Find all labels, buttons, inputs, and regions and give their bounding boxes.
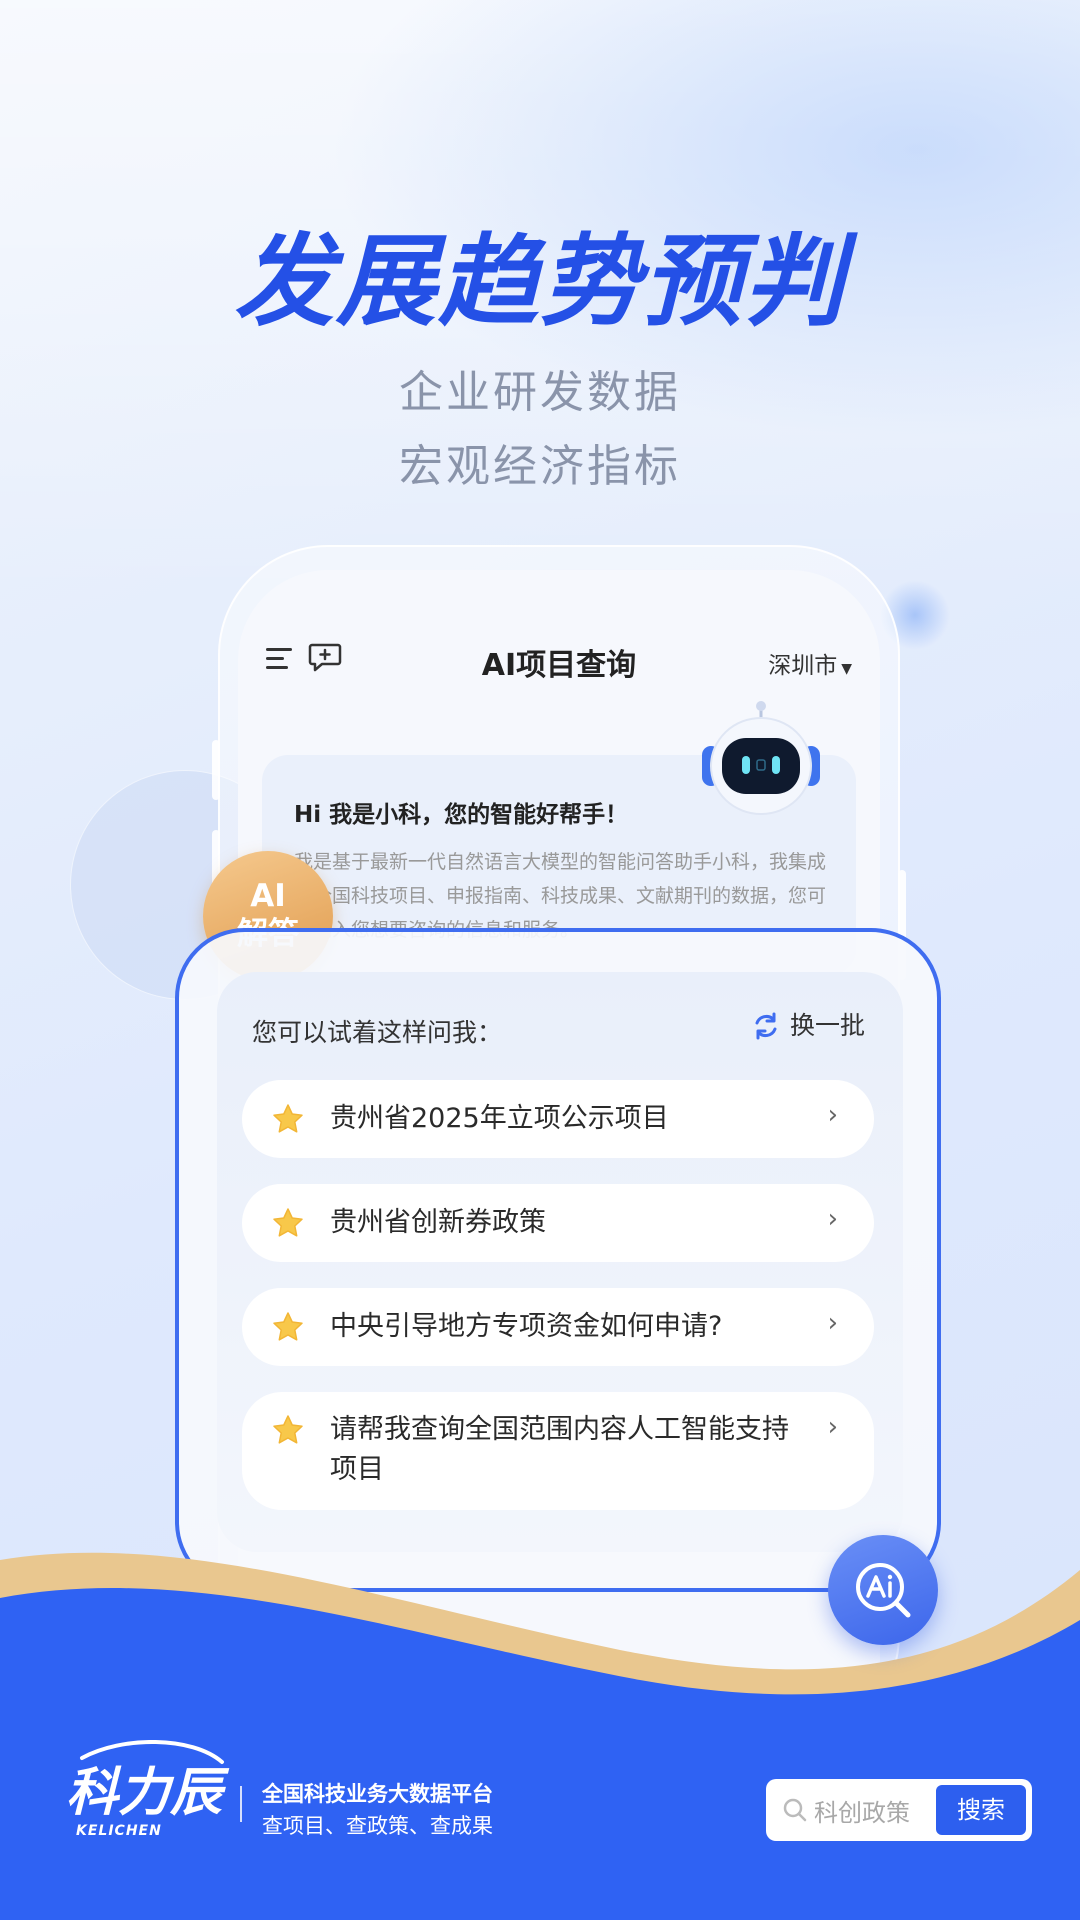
chevron-right-icon: › [827, 1204, 838, 1234]
svg-text:KELICHEN: KELICHEN [76, 1823, 162, 1839]
question-text: 请帮我查询全国范围内容人工智能支持项目 [330, 1414, 789, 1485]
search-icon [783, 1798, 807, 1822]
footer-tagline-1: 全国科技业务大数据平台 [262, 1782, 493, 1806]
ai-search-icon [856, 1563, 911, 1618]
refresh-button[interactable]: 换一批 [752, 1006, 865, 1042]
robot-icon [702, 701, 820, 815]
chevron-right-icon: › [827, 1412, 838, 1442]
refresh-label: 换一批 [790, 1011, 866, 1040]
badge-line-1: AI [250, 878, 286, 914]
search-input[interactable]: 科创政策 [814, 1793, 910, 1828]
question-item[interactable]: 请帮我查询全国范围内容人工智能支持项目 › [242, 1392, 874, 1510]
question-text: 中央引导地方专项资金如何申请? [330, 1311, 723, 1342]
question-text: 贵州省创新券政策 [330, 1207, 546, 1238]
chevron-right-icon: › [827, 1100, 838, 1130]
subtitle-2: 宏观经济指标 [399, 441, 681, 492]
footer-divider [240, 1786, 242, 1822]
subtitle-1: 企业研发数据 [399, 367, 681, 418]
kelichen-logo: 科力辰 KELICHEN [66, 1740, 230, 1839]
app-header: AI项目查询 深圳市 ▼ [238, 630, 880, 690]
phone-side-button [212, 740, 220, 800]
city-label: 深圳市 [768, 653, 838, 679]
city-selector[interactable]: 深圳市 ▼ [768, 646, 852, 680]
search-button[interactable]: 搜索 [936, 1785, 1026, 1835]
question-item[interactable]: 贵州省创新券政策 › [242, 1184, 874, 1262]
footer-tagline-2: 查项目、查政策、查成果 [262, 1814, 493, 1838]
questions-hint: 您可以试着这样问我： [252, 1018, 503, 1047]
star-icon [273, 1415, 303, 1444]
question-item[interactable]: 贵州省2025年立项公示项目 › [242, 1080, 874, 1158]
star-icon [273, 1104, 303, 1133]
star-icon [273, 1312, 303, 1341]
ai-search-button[interactable] [828, 1535, 938, 1645]
headline: 发展趋势预判 [234, 223, 846, 340]
greeting-title: Hi 我是小科，您的智能好帮手！ [294, 802, 629, 828]
caret-down-icon: ▼ [841, 661, 852, 677]
chevron-right-icon: › [827, 1308, 838, 1338]
question-text: 贵州省2025年立项公示项目 [330, 1103, 669, 1134]
svg-text:科力辰: 科力辰 [66, 1763, 230, 1823]
refresh-icon [755, 1012, 777, 1040]
question-item[interactable]: 中央引导地方专项资金如何申请? › [242, 1288, 874, 1366]
footer-search-box[interactable]: 科创政策 搜索 [766, 1779, 1032, 1841]
star-icon [273, 1208, 303, 1237]
